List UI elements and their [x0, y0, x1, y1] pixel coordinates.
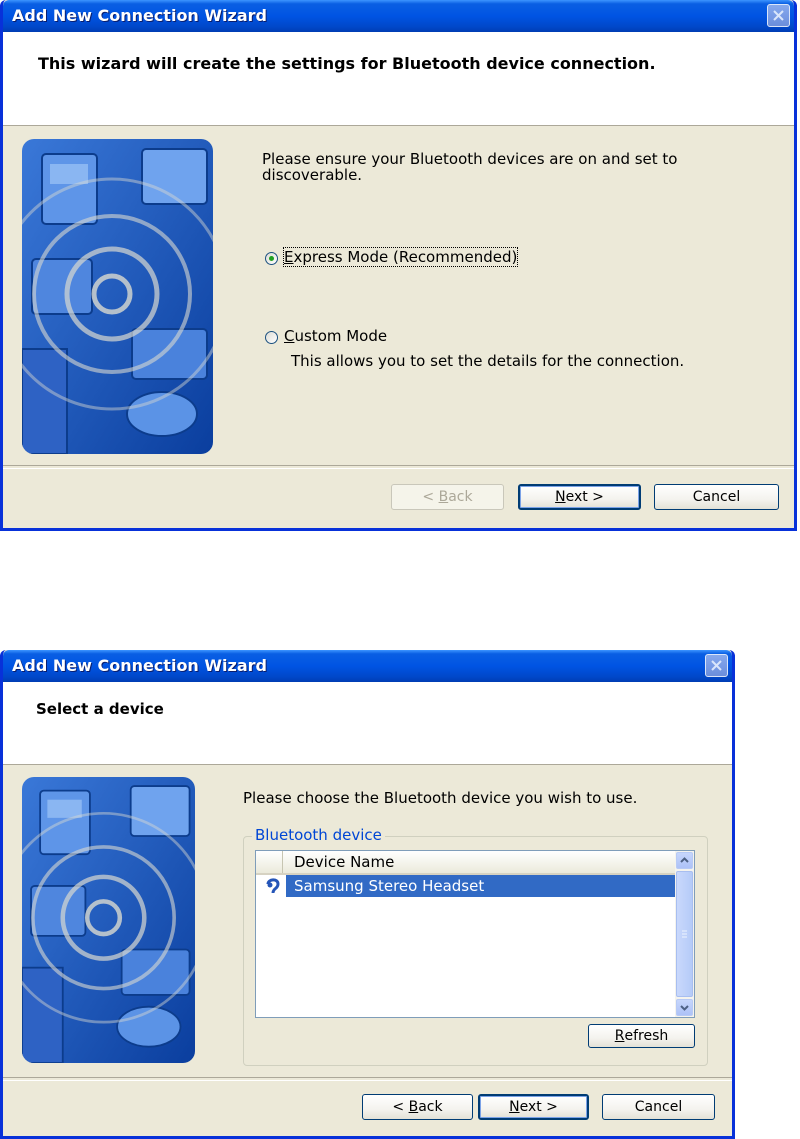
scroll-down-button[interactable] — [676, 999, 693, 1016]
window-title: Add New Connection Wizard — [12, 656, 267, 675]
close-button[interactable] — [767, 4, 790, 27]
bluetooth-headset-icon — [266, 878, 280, 894]
vertical-scrollbar[interactable] — [675, 851, 694, 1017]
device-list[interactable]: Device Name Samsung Stereo Headset — [255, 850, 695, 1018]
instruction-line-2: discoverable. — [262, 166, 363, 184]
close-icon — [773, 10, 784, 21]
grip-icon — [682, 930, 687, 938]
device-name-column-header[interactable]: Device Name — [294, 853, 394, 871]
wizard-illustration — [22, 777, 195, 1063]
header-title: Select a device — [36, 700, 164, 718]
list-item[interactable]: Samsung Stereo Headset — [256, 875, 675, 897]
back-button[interactable]: < Back — [391, 484, 504, 510]
cancel-button[interactable]: Cancel — [602, 1094, 715, 1120]
back-button[interactable]: < Back — [362, 1094, 473, 1120]
wizard-illustration — [22, 139, 213, 454]
wizard-header: Select a device — [3, 682, 732, 765]
cancel-button[interactable]: Cancel — [654, 484, 779, 510]
window-title: Add New Connection Wizard — [12, 6, 267, 25]
next-button[interactable]: Next > — [518, 484, 641, 510]
express-mode-radio[interactable] — [265, 252, 278, 265]
groupbox-label: Bluetooth device — [252, 826, 385, 844]
scroll-up-button[interactable] — [676, 852, 693, 869]
close-icon — [711, 660, 722, 671]
footer-separator — [3, 465, 794, 469]
instruction-text: Please choose the Bluetooth device you w… — [243, 789, 638, 807]
chevron-down-icon — [680, 1005, 689, 1011]
chevron-up-icon — [680, 857, 689, 863]
bluetooth-devices-illustration — [22, 777, 195, 1063]
icon-column-header[interactable] — [256, 851, 283, 873]
device-name: Samsung Stereo Headset — [294, 877, 485, 895]
wizard-header: This wizard will create the settings for… — [3, 32, 794, 126]
header-title: This wizard will create the settings for… — [38, 54, 656, 73]
title-bar[interactable]: Add New Connection Wizard — [3, 0, 794, 32]
footer-separator — [3, 1077, 732, 1081]
title-bar[interactable]: Add New Connection Wizard — [3, 650, 732, 682]
custom-mode-radio[interactable] — [265, 331, 278, 344]
bluetooth-devices-illustration — [22, 139, 213, 454]
close-button[interactable] — [705, 654, 728, 677]
express-mode-label[interactable]: Express Mode (Recommended) — [282, 247, 519, 267]
list-header: Device Name — [256, 851, 675, 875]
wizard-window-device-select: Add New Connection Wizard Select a devic… — [0, 650, 735, 1139]
scroll-thumb[interactable] — [676, 871, 693, 997]
custom-mode-label[interactable]: Custom Mode — [284, 327, 387, 345]
next-button[interactable]: Next > — [478, 1094, 589, 1120]
custom-mode-description: This allows you to set the details for t… — [291, 352, 685, 370]
refresh-button[interactable]: Refresh — [588, 1024, 695, 1048]
wizard-window-mode-select: Add New Connection Wizard This wizard wi… — [0, 0, 797, 531]
